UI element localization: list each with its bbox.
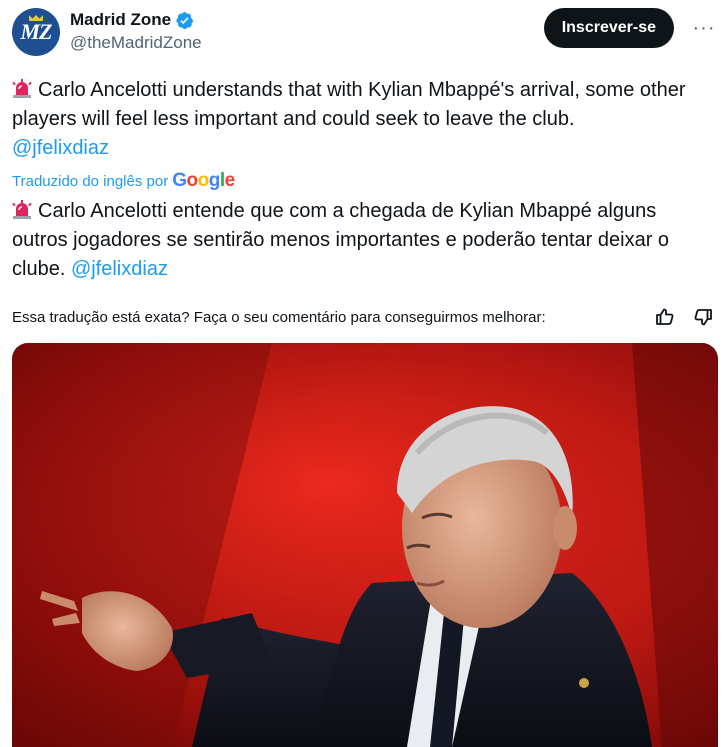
mention-link[interactable]: @jfelixdiaz [12, 137, 109, 159]
police-light-icon [12, 200, 32, 219]
tweet-text: Carlo Ancelotti understands that with Ky… [12, 76, 712, 163]
tweet-header: MZ Madrid Zone @theMadridZone Inscrever-… [12, 8, 716, 56]
translation-attribution: Traduzido do inglês por Google [12, 170, 235, 192]
account-names: Madrid Zone @theMadridZone [70, 10, 202, 53]
avatar-logo: MZ [20, 19, 53, 44]
translation-label: Traduzido do inglês por [12, 172, 169, 190]
handle[interactable]: @theMadridZone [70, 33, 202, 53]
avatar[interactable]: MZ [12, 8, 60, 56]
display-name[interactable]: Madrid Zone [70, 10, 202, 30]
thumbs-up-icon[interactable] [652, 304, 678, 330]
feedback-question: Essa tradução está exata? Faça o seu com… [12, 308, 546, 326]
display-name-text[interactable]: Madrid Zone [70, 10, 171, 30]
translated-text: Carlo Ancelotti entende que com a chegad… [12, 197, 712, 284]
subscribe-button[interactable]: Inscrever-se [543, 8, 674, 48]
crown-icon [29, 15, 43, 21]
tweet-body: Carlo Ancelotti understands that with Ky… [12, 79, 686, 130]
google-logo: Google [172, 170, 235, 191]
tweet-image[interactable] [12, 343, 718, 747]
coach-photo [12, 343, 718, 747]
translation-mention-link[interactable]: @jfelixdiaz [71, 258, 168, 280]
thumbs-down-icon[interactable] [690, 304, 716, 330]
police-light-icon [12, 79, 32, 98]
more-options-icon[interactable]: ··· [692, 16, 716, 40]
verified-badge-icon [176, 11, 194, 29]
translation-feedback: Essa tradução está exata? Faça o seu com… [12, 304, 716, 330]
